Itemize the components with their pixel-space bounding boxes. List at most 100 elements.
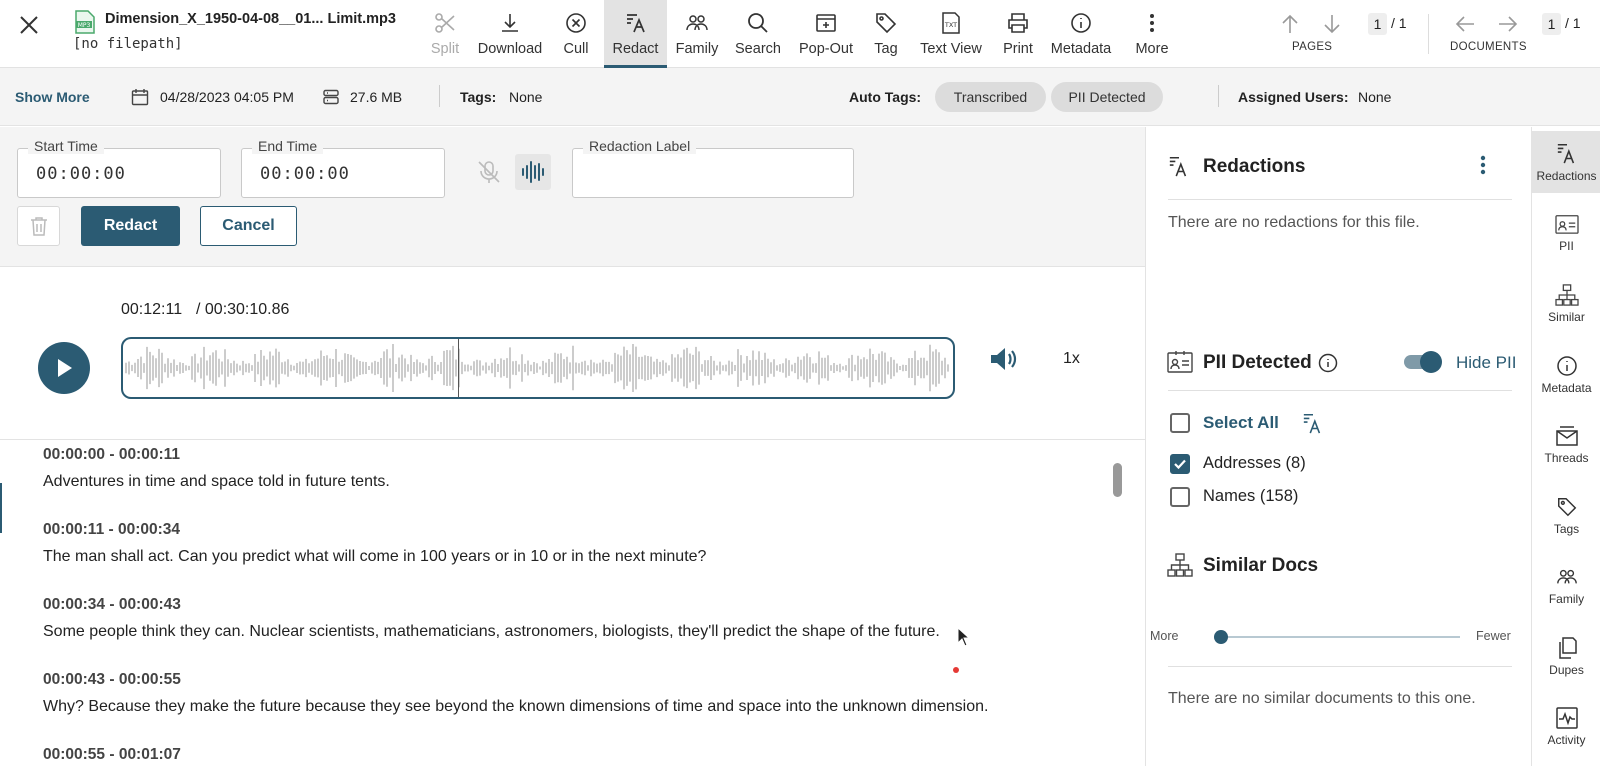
- family-icon: [1556, 569, 1577, 584]
- redact-icon: [624, 10, 648, 36]
- hide-pii-toggle[interactable]: [1404, 351, 1442, 373]
- redactions-more-icon[interactable]: [1480, 155, 1486, 175]
- end-time-label: End Time: [252, 138, 324, 154]
- tag-button[interactable]: Tag: [866, 0, 906, 68]
- right-panel: Redactions There are no redactions for t…: [1145, 127, 1531, 766]
- cancel-button[interactable]: Cancel: [200, 206, 297, 246]
- page-current[interactable]: 1: [1368, 13, 1387, 35]
- redaction-label-input[interactable]: Redaction Label: [572, 138, 854, 198]
- auto-tag-pill[interactable]: PII Detected: [1051, 82, 1163, 112]
- transcript-scrollbar[interactable]: [1113, 463, 1122, 497]
- pii-addresses-label: Addresses (8): [1203, 454, 1306, 472]
- transcript-segment[interactable]: 00:00:34 - 00:00:43 Some people think th…: [43, 596, 940, 641]
- search-button[interactable]: Search: [730, 0, 786, 68]
- redact-icon: [1168, 153, 1190, 179]
- info-icon: [1069, 10, 1093, 36]
- more-button[interactable]: More: [1128, 0, 1176, 68]
- segment-text: Why? Because they make the future becaus…: [43, 698, 989, 715]
- volume-icon[interactable]: [988, 344, 1018, 374]
- document-current[interactable]: 1: [1542, 13, 1561, 35]
- show-more-link[interactable]: Show More: [15, 89, 90, 105]
- page-up-icon[interactable]: [1280, 13, 1300, 35]
- playback-speed[interactable]: 1x: [1063, 350, 1080, 368]
- scissors-icon: [433, 10, 457, 36]
- similarity-slider-handle[interactable]: [1214, 630, 1228, 644]
- cull-button[interactable]: Cull: [553, 0, 599, 68]
- close-icon[interactable]: [18, 14, 40, 36]
- hide-pii-label[interactable]: Hide PII: [1456, 353, 1516, 373]
- divider: [439, 85, 440, 107]
- rail-metadata[interactable]: Metadata: [1532, 343, 1600, 407]
- transcript-segment[interactable]: 00:00:43 - 00:00:55 Why? Because they ma…: [43, 671, 988, 716]
- pii-icon: [1167, 350, 1193, 374]
- created-date: 04/28/2023 04:05 PM: [160, 89, 294, 105]
- waveform-icon[interactable]: [515, 154, 551, 190]
- segment-time: 00:00:34 - 00:00:43: [43, 596, 181, 613]
- file-name: Dimension_X_1950-04-08__01... Limit.mp3: [105, 11, 396, 27]
- rail-similar[interactable]: Similar: [1532, 272, 1600, 336]
- auto-tag-pill[interactable]: Transcribed: [935, 82, 1046, 112]
- delete-button[interactable]: [17, 206, 60, 246]
- redact-button[interactable]: Redact: [81, 206, 180, 246]
- activity-icon: [1555, 707, 1578, 729]
- divider: [1428, 14, 1429, 54]
- divider: [1168, 199, 1512, 200]
- rail-family[interactable]: Family: [1532, 554, 1600, 618]
- cull-x-circle-icon: [564, 10, 588, 36]
- pii-names-checkbox[interactable]: [1170, 487, 1190, 507]
- info-bar: Show More 04/28/2023 04:05 PM 27.6 MB Ta…: [0, 68, 1600, 126]
- pii-addresses-checkbox[interactable]: [1170, 454, 1190, 474]
- documents-label: DOCUMENTS: [1450, 41, 1527, 53]
- recording-dot: [953, 667, 959, 673]
- family-button[interactable]: Family: [672, 0, 722, 68]
- transcript-segment[interactable]: 00:00:00 - 00:00:11 Adventures in time a…: [43, 446, 390, 491]
- select-all-checkbox[interactable]: [1170, 413, 1190, 433]
- start-time-value: 00:00:00: [36, 164, 126, 184]
- svg-text:TXT: TXT: [944, 21, 957, 29]
- check-icon: [1174, 459, 1186, 470]
- rail-redactions[interactable]: Redactions: [1532, 131, 1600, 193]
- segment-time: 00:00:43 - 00:00:55: [43, 671, 181, 688]
- mp3-file-icon: MP3: [74, 10, 96, 34]
- rail-pii[interactable]: PII: [1532, 201, 1600, 265]
- pii-info-icon[interactable]: [1318, 353, 1338, 373]
- play-button[interactable]: [38, 342, 90, 394]
- doc-next-icon[interactable]: [1497, 13, 1519, 35]
- select-all-label[interactable]: Select All: [1203, 413, 1279, 433]
- download-icon: [498, 10, 522, 36]
- mute-microphone-icon[interactable]: [476, 159, 502, 185]
- pop-out-button[interactable]: Pop-Out: [794, 0, 858, 68]
- svg-text:MP3: MP3: [78, 22, 91, 29]
- download-button[interactable]: Download: [474, 0, 546, 68]
- metadata-button[interactable]: Metadata: [1045, 0, 1117, 68]
- divider: [1168, 390, 1512, 391]
- similarity-slider-track[interactable]: [1220, 636, 1460, 638]
- file-size: 27.6 MB: [350, 89, 403, 105]
- segment-text: The man shall act. Can you predict what …: [43, 548, 707, 565]
- tag-icon: [1557, 498, 1576, 517]
- redact-button-toolbar[interactable]: Redact: [604, 0, 667, 68]
- pii-names-label: Names (158): [1203, 487, 1299, 505]
- rail-tags[interactable]: Tags: [1532, 484, 1600, 548]
- text-view-button[interactable]: TXT Text View: [912, 0, 990, 68]
- end-time-field[interactable]: End Time 00:00:00: [241, 138, 445, 198]
- redact-pii-icon[interactable]: [1302, 410, 1324, 436]
- print-icon: [1006, 10, 1030, 36]
- transcript: 00:00:00 - 00:00:11 Adventures in time a…: [0, 441, 1145, 766]
- transcript-segment[interactable]: 00:00:11 - 00:00:34 The man shall act. C…: [43, 521, 706, 566]
- start-time-field[interactable]: Start Time 00:00:00: [17, 138, 221, 198]
- waveform: [125, 344, 949, 392]
- rail-activity[interactable]: Activity: [1532, 695, 1600, 759]
- file-path: [no filepath]: [73, 36, 183, 52]
- rail-threads[interactable]: Threads: [1532, 413, 1600, 477]
- total-time: / 00:30:10.86: [196, 301, 290, 318]
- print-button[interactable]: Print: [997, 0, 1039, 68]
- playhead[interactable]: [458, 339, 459, 397]
- split-button[interactable]: Split: [417, 0, 473, 68]
- end-time-value: 00:00:00: [260, 164, 350, 184]
- waveform-track[interactable]: [121, 337, 955, 399]
- rail-dupes[interactable]: Dupes: [1532, 625, 1600, 689]
- doc-prev-icon[interactable]: [1454, 13, 1476, 35]
- page-down-icon[interactable]: [1322, 13, 1342, 35]
- transcript-segment[interactable]: 00:00:55 - 00:01:07: [43, 746, 181, 766]
